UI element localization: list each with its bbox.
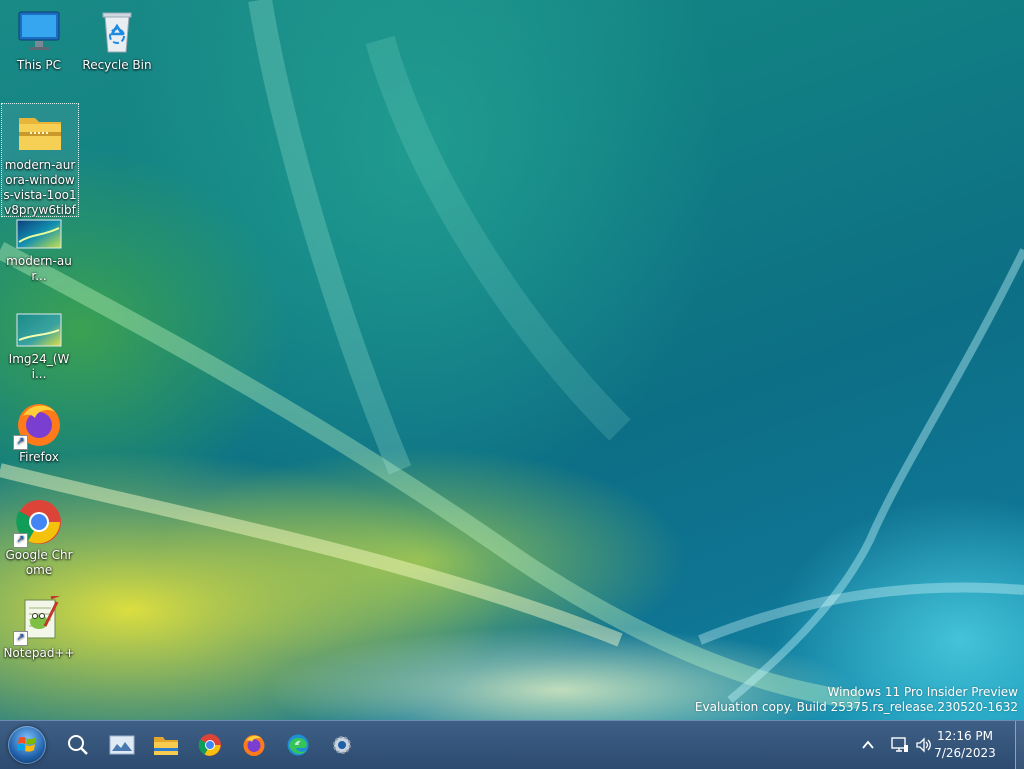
chrome-icon: ↗ [13, 498, 63, 548]
desktop-icon-recycle-bin[interactable]: Recycle Bin [79, 8, 155, 73]
taskbar-edge-button[interactable] [278, 721, 318, 769]
settings-icon [333, 736, 351, 754]
taskbar-chrome-button[interactable] [190, 721, 230, 769]
taskbar-file-explorer-button[interactable] [146, 721, 186, 769]
wallpaper-streaks [0, 0, 1024, 709]
desktop-icon-label: Firefox [19, 450, 59, 464]
file-explorer-icon [154, 737, 178, 755]
notepad-plus-plus-icon: ↗ [13, 592, 63, 646]
show-desktop-button[interactable] [1015, 721, 1024, 769]
desktop-icon-google-chrome[interactable]: ↗ Google Chrome [1, 498, 77, 578]
desktop-icon-label: This PC [17, 58, 61, 72]
windows-logo-icon [17, 736, 36, 752]
windows-watermark: Windows 11 Pro Insider Preview Evaluatio… [695, 685, 1018, 715]
edge-icon [287, 734, 309, 756]
shortcut-arrow-icon: ↗ [13, 631, 28, 646]
chevron-up-icon [862, 740, 874, 749]
desktop-icon-zip-folder[interactable]: modern-aurora-windows-vista-1oo1v8pryw6t… [1, 103, 79, 232]
desktop[interactable]: This PC Recycle Bin modern-aurora-window… [0, 0, 1024, 720]
start-button[interactable] [8, 726, 46, 764]
firefox-icon: ↗ [13, 400, 63, 450]
monitor-icon [15, 8, 63, 56]
desktop-icon-firefox[interactable]: ↗ Firefox [1, 400, 77, 465]
recycle-bin-icon [93, 8, 141, 56]
image-thumbnail-icon [15, 212, 63, 252]
tray-date: 7/26/2023 [934, 746, 996, 760]
image-thumbnail-icon [15, 306, 63, 350]
zip-folder-icon [16, 108, 64, 156]
search-icon [68, 735, 88, 755]
network-icon [891, 737, 908, 752]
desktop-icon-image-modern-aurora[interactable]: modern-aur... [1, 212, 77, 284]
shortcut-arrow-icon: ↗ [13, 533, 28, 548]
desktop-icon-label: modern-aur... [6, 254, 72, 283]
desktop-icon-label: Img24_(Wi... [8, 352, 70, 381]
desktop-icon-label: Google Chrome [5, 548, 73, 577]
taskbar-search-button[interactable] [58, 721, 98, 769]
shortcut-arrow-icon: ↗ [13, 435, 28, 450]
photos-icon [109, 735, 135, 755]
taskbar-firefox-button[interactable] [234, 721, 274, 769]
chrome-icon [198, 734, 221, 756]
tray-overflow-button[interactable] [852, 721, 884, 769]
desktop-icon-notepad-plus-plus[interactable]: ↗ Notepad++ [1, 592, 77, 661]
desktop-icon-image-img24[interactable]: Img24_(Wi... [1, 306, 77, 382]
desktop-icon-this-pc[interactable]: This PC [1, 8, 77, 73]
taskbar-settings-button[interactable] [322, 721, 362, 769]
firefox-icon [243, 735, 265, 756]
watermark-edition: Windows 11 Pro Insider Preview [827, 685, 1018, 699]
taskbar: 12:16 PM 7/26/2023 [0, 720, 1024, 769]
watermark-build: Evaluation copy. Build 25375.rs_release.… [694, 700, 1018, 714]
desktop-icon-label: Notepad++ [3, 646, 75, 660]
desktop-icon-label: Recycle Bin [82, 58, 152, 72]
tray-time: 12:16 PM [937, 729, 993, 743]
taskbar-photos-button[interactable] [102, 721, 142, 769]
